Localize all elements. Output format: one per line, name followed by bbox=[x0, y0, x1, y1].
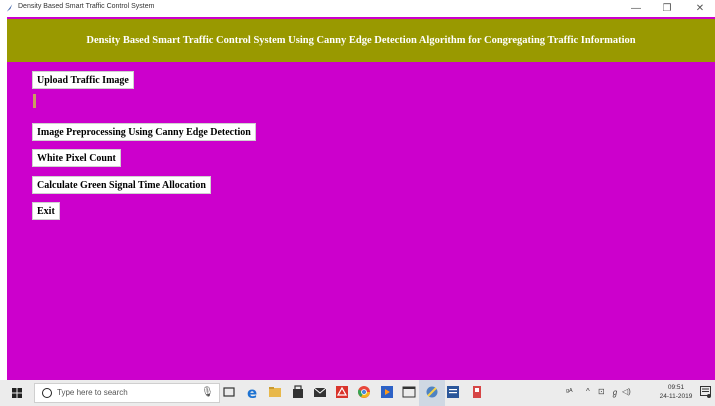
network-icon[interactable]: ⊡ bbox=[598, 387, 605, 396]
clock-time: 09:51 bbox=[667, 384, 685, 391]
command-prompt-icon[interactable] bbox=[402, 385, 416, 399]
people-icon[interactable]: ᵍᴬ bbox=[566, 387, 573, 396]
mail-icon[interactable] bbox=[313, 385, 327, 399]
show-hidden-icons-chevron-icon[interactable]: ^ bbox=[586, 387, 590, 396]
media-player-icon[interactable] bbox=[380, 385, 394, 399]
file-explorer-icon[interactable] bbox=[268, 385, 282, 399]
svg-text:e: e bbox=[247, 385, 257, 399]
search-placeholder: Type here to search bbox=[57, 388, 128, 397]
window-title: Density Based Smart Traffic Control Syst… bbox=[18, 3, 155, 10]
taskbar: Type here to search 🎙 e ᵍᴬ ^ ⊡ ℊ ◁) 09:5… bbox=[0, 380, 715, 406]
window-titlebar: Density Based Smart Traffic Control Syst… bbox=[0, 0, 715, 17]
microphone-icon[interactable]: 🎙 bbox=[201, 387, 214, 398]
close-button[interactable]: ✕ bbox=[688, 0, 712, 17]
windows-start-icon[interactable] bbox=[0, 380, 34, 406]
white-pixel-count-button[interactable]: White Pixel Count bbox=[32, 149, 121, 167]
feather-icon bbox=[6, 4, 13, 12]
exit-button[interactable]: Exit bbox=[32, 202, 60, 220]
task-view-icon[interactable] bbox=[222, 385, 236, 399]
notification-center-icon[interactable] bbox=[700, 386, 711, 398]
green-signal-time-button[interactable]: Calculate Green Signal Time Allocation bbox=[32, 176, 211, 194]
file-path-label bbox=[33, 94, 36, 108]
word-icon[interactable] bbox=[446, 385, 460, 399]
taskbar-search-box[interactable]: Type here to search 🎙 bbox=[34, 383, 220, 403]
paint-icon[interactable] bbox=[470, 385, 484, 399]
cortana-icon bbox=[42, 388, 52, 398]
upload-traffic-image-button[interactable]: Upload Traffic Image bbox=[32, 71, 134, 89]
keyboard-language-icon[interactable]: ℊ bbox=[611, 387, 619, 398]
store-icon[interactable] bbox=[291, 385, 305, 399]
volume-icon[interactable]: ◁) bbox=[622, 387, 631, 396]
minimize-button[interactable]: — bbox=[624, 0, 648, 17]
system-clock[interactable]: 09:51 24-11-2019 bbox=[656, 383, 696, 401]
maximize-button[interactable]: ❐ bbox=[655, 0, 679, 17]
page-title: Density Based Smart Traffic Control Syst… bbox=[86, 35, 636, 46]
edge-browser-icon[interactable]: e bbox=[246, 385, 260, 399]
chrome-icon[interactable] bbox=[357, 385, 371, 399]
clock-date: 24-11-2019 bbox=[659, 393, 693, 400]
pdf-reader-icon[interactable] bbox=[335, 385, 349, 399]
main-panel bbox=[7, 62, 715, 380]
header-banner: Density Based Smart Traffic Control Syst… bbox=[7, 17, 715, 62]
python-feather-icon[interactable] bbox=[425, 385, 439, 399]
image-preprocessing-button[interactable]: Image Preprocessing Using Canny Edge Det… bbox=[32, 123, 256, 141]
